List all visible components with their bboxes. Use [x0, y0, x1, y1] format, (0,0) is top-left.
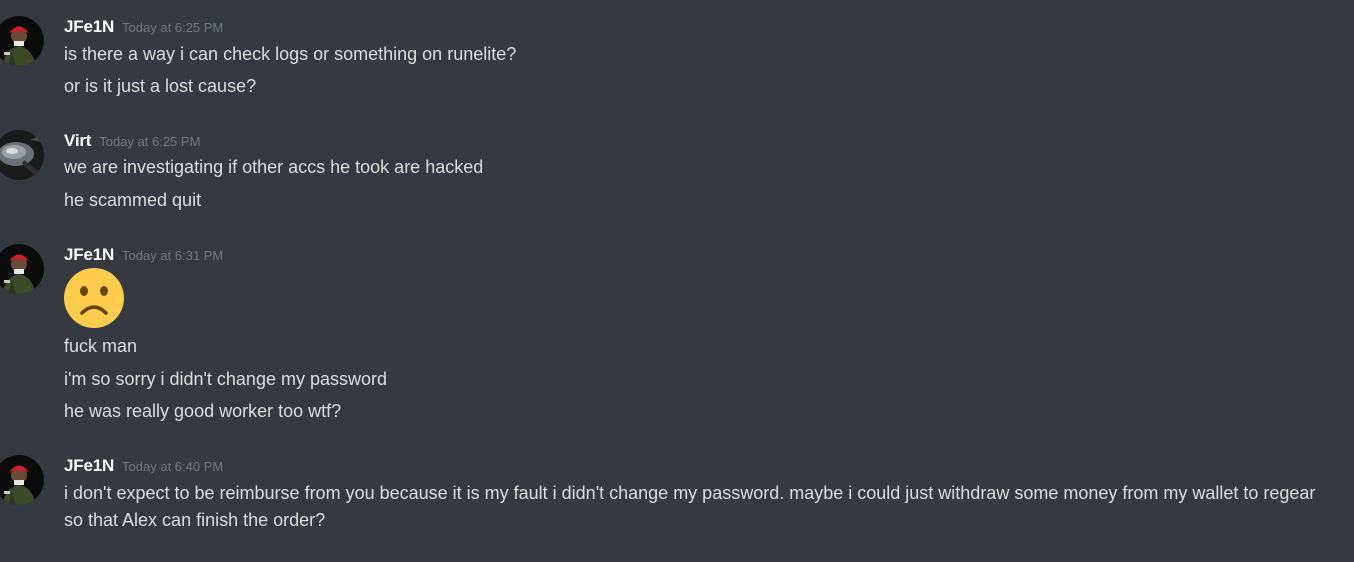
- user-avatar-icon[interactable]: [0, 130, 44, 180]
- message-text: i'm so sorry i didn't change my password: [64, 369, 387, 389]
- user-avatar-icon[interactable]: [0, 244, 44, 294]
- message-text: fuck man: [64, 336, 138, 356]
- timestamp[interactable]: Today at 6:25 PM: [99, 134, 200, 149]
- message-header: Virt Today at 6:25 PM: [64, 130, 200, 153]
- message-text: he was really good worker too wtf?: [64, 401, 342, 421]
- username[interactable]: JFe1N: [64, 245, 114, 264]
- user-avatar-icon[interactable]: [0, 16, 44, 66]
- timestamp[interactable]: Today at 6:40 PM: [122, 459, 223, 474]
- frowning-face-emoji-icon[interactable]: [64, 268, 124, 328]
- message-text: i don't expect to be reimburse from you …: [64, 483, 1316, 530]
- message-text: he scammed quit: [64, 190, 202, 210]
- message-text: or is it just a lost cause?: [64, 76, 257, 96]
- timestamp[interactable]: Today at 6:25 PM: [122, 20, 223, 35]
- message-header: JFe1N Today at 6:25 PM: [64, 16, 223, 39]
- message-header: JFe1N Today at 6:40 PM: [64, 455, 223, 478]
- user-avatar-icon[interactable]: [0, 455, 44, 505]
- message-text: is there a way i can check logs or somet…: [64, 44, 517, 64]
- username[interactable]: JFe1N: [64, 17, 114, 36]
- timestamp[interactable]: Today at 6:31 PM: [122, 248, 223, 263]
- username[interactable]: Virt: [64, 131, 91, 150]
- message-text: we are investigating if other accs he to…: [64, 157, 484, 177]
- username[interactable]: JFe1N: [64, 456, 114, 475]
- message-header: JFe1N Today at 6:31 PM: [64, 244, 223, 267]
- chat-message-list: JFe1N Today at 6:25 PM is there a way i c…: [0, 0, 1354, 562]
